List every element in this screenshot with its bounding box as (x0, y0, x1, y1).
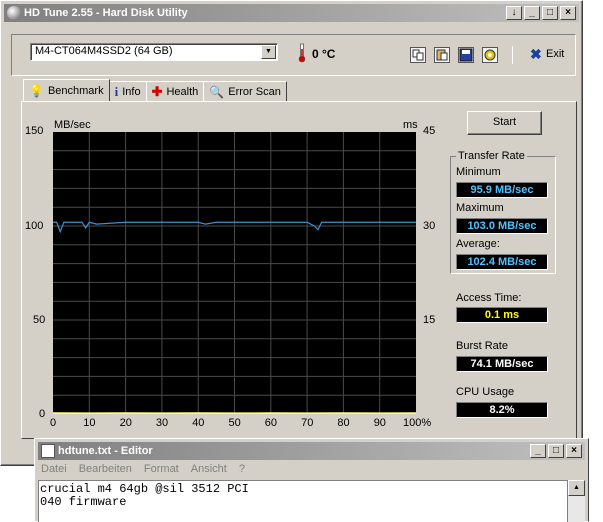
tab-health-label: Health (166, 85, 199, 98)
drive-select-value: M4-CT064M4SSD2 (64 GB) (35, 45, 173, 57)
menu-bearbeiten[interactable]: Bearbeiten (79, 463, 132, 475)
x-tick-label: 60 (264, 417, 278, 429)
tab-benchmark-label: Benchmark (47, 84, 104, 97)
access-time-value: 0.1 ms (456, 307, 548, 323)
x-tick-label: 0 (50, 417, 57, 429)
tab-error-scan-label: Error Scan (228, 85, 281, 98)
hd-tune-window: HD Tune 2.55 - Hard Disk Utility ↓ _ □ ×… (0, 0, 583, 466)
x-tick-label: 20 (119, 417, 132, 429)
window-title: HD Tune 2.55 - Hard Disk Utility (24, 7, 188, 19)
editor-title: hdtune.txt - Editor (58, 445, 153, 457)
toolbar: M4-CT064M4SSD2 (64 GB) ▼ 0 °C ✖ Exit (11, 34, 576, 76)
editor-scrollbar[interactable]: ▲ (568, 480, 585, 522)
x-tick-label: 80 (337, 417, 350, 429)
minimum-value: 95.9 MB/sec (456, 182, 548, 198)
tab-bar: 💡 Benchmark i Info ✚ Health 🔍 Error Scan (23, 79, 287, 101)
y-tick-label: 50 (33, 314, 46, 326)
editor-title-bar: hdtune.txt - Editor _ □ × (38, 442, 585, 460)
tab-info[interactable]: i Info (108, 81, 147, 101)
x-tick-label: 40 (192, 417, 205, 429)
editor-close-button[interactable]: × (566, 444, 582, 458)
menu-help[interactable]: ? (239, 463, 245, 475)
paste-icon[interactable] (434, 47, 450, 63)
tab-error-scan[interactable]: 🔍 Error Scan (203, 81, 287, 101)
x-tick-label: 100% (403, 417, 432, 429)
thermometer-icon (298, 43, 306, 63)
health-cross-icon: ✚ (151, 83, 163, 99)
y2-tick-label: 45 (423, 125, 436, 137)
minimize-button[interactable]: _ (524, 6, 540, 20)
y2-tick-label: 30 (423, 220, 436, 232)
scroll-up-icon[interactable]: ▲ (568, 480, 585, 496)
drive-select[interactable]: M4-CT064M4SSD2 (64 GB) ▼ (30, 43, 278, 61)
burst-rate-label: Burst Rate (456, 340, 508, 352)
y2-tick-label: 15 (423, 314, 436, 326)
average-label: Average: (456, 238, 500, 250)
temperature-readout: 0 °C (312, 47, 336, 61)
cpu-usage-value: 8.2% (456, 402, 548, 418)
y2-axis-label: ms (403, 119, 418, 131)
maximize-button[interactable]: □ (542, 6, 558, 20)
x-tick-label: 50 (228, 417, 241, 429)
x-tick-label: 30 (155, 417, 169, 429)
magnifier-icon: 🔍 (209, 84, 225, 99)
editor-window: hdtune.txt - Editor _ □ × Datei Bearbeit… (34, 438, 589, 522)
down-arrow-button[interactable]: ↓ (506, 6, 522, 20)
benchmark-icon: 💡 (29, 83, 44, 98)
menu-ansicht[interactable]: Ansicht (191, 463, 227, 475)
transfer-rate-title: Transfer Rate (456, 150, 527, 162)
exit-button[interactable]: Exit (546, 48, 564, 60)
copy-icon[interactable] (410, 47, 426, 63)
tab-info-label: Info (122, 85, 141, 98)
y-tick-label: 100 (25, 220, 44, 232)
title-bar: HD Tune 2.55 - Hard Disk Utility ↓ _ □ × (4, 4, 579, 22)
menu-datei[interactable]: Datei (41, 463, 67, 475)
info-icon: i (114, 83, 119, 99)
x-tick-label: 90 (373, 417, 386, 429)
maximum-value: 103.0 MB/sec (456, 218, 548, 234)
editor-menu-bar: Datei Bearbeiten Format Ansicht ? (41, 463, 245, 475)
tab-health[interactable]: ✚ Health (145, 81, 205, 101)
notepad-icon (41, 444, 55, 458)
x-tick-label: 10 (83, 417, 96, 429)
close-button[interactable]: × (560, 6, 576, 20)
burst-rate-value: 74.1 MB/sec (456, 356, 548, 372)
hd-tune-app-icon (7, 6, 21, 20)
save-icon[interactable] (458, 47, 474, 63)
exit-icon: ✖ (530, 46, 542, 62)
chart-svg (52, 132, 417, 415)
x-tick-label: 70 (301, 417, 314, 429)
menu-format[interactable]: Format (144, 463, 179, 475)
chevron-down-icon[interactable]: ▼ (261, 45, 276, 59)
editor-maximize-button[interactable]: □ (548, 444, 564, 458)
editor-minimize-button[interactable]: _ (530, 444, 546, 458)
y-tick-label: 0 (39, 408, 46, 420)
toolbar-separator (512, 46, 513, 64)
access-time-label: Access Time: (456, 292, 522, 304)
cpu-usage-label: CPU Usage (456, 386, 515, 398)
tab-benchmark[interactable]: 💡 Benchmark (23, 79, 110, 101)
y-axis-label: MB/sec (54, 119, 91, 131)
start-button[interactable]: Start (467, 111, 542, 135)
options-icon[interactable] (482, 47, 498, 63)
maximum-label: Maximum (456, 202, 504, 214)
editor-text-area[interactable]: crucial m4 64gb @sil 3512 PCI 040 firmwa… (38, 480, 568, 522)
minimum-label: Minimum (456, 166, 501, 178)
benchmark-chart (52, 132, 417, 415)
average-value: 102.4 MB/sec (456, 254, 548, 270)
y-tick-label: 150 (25, 125, 44, 137)
